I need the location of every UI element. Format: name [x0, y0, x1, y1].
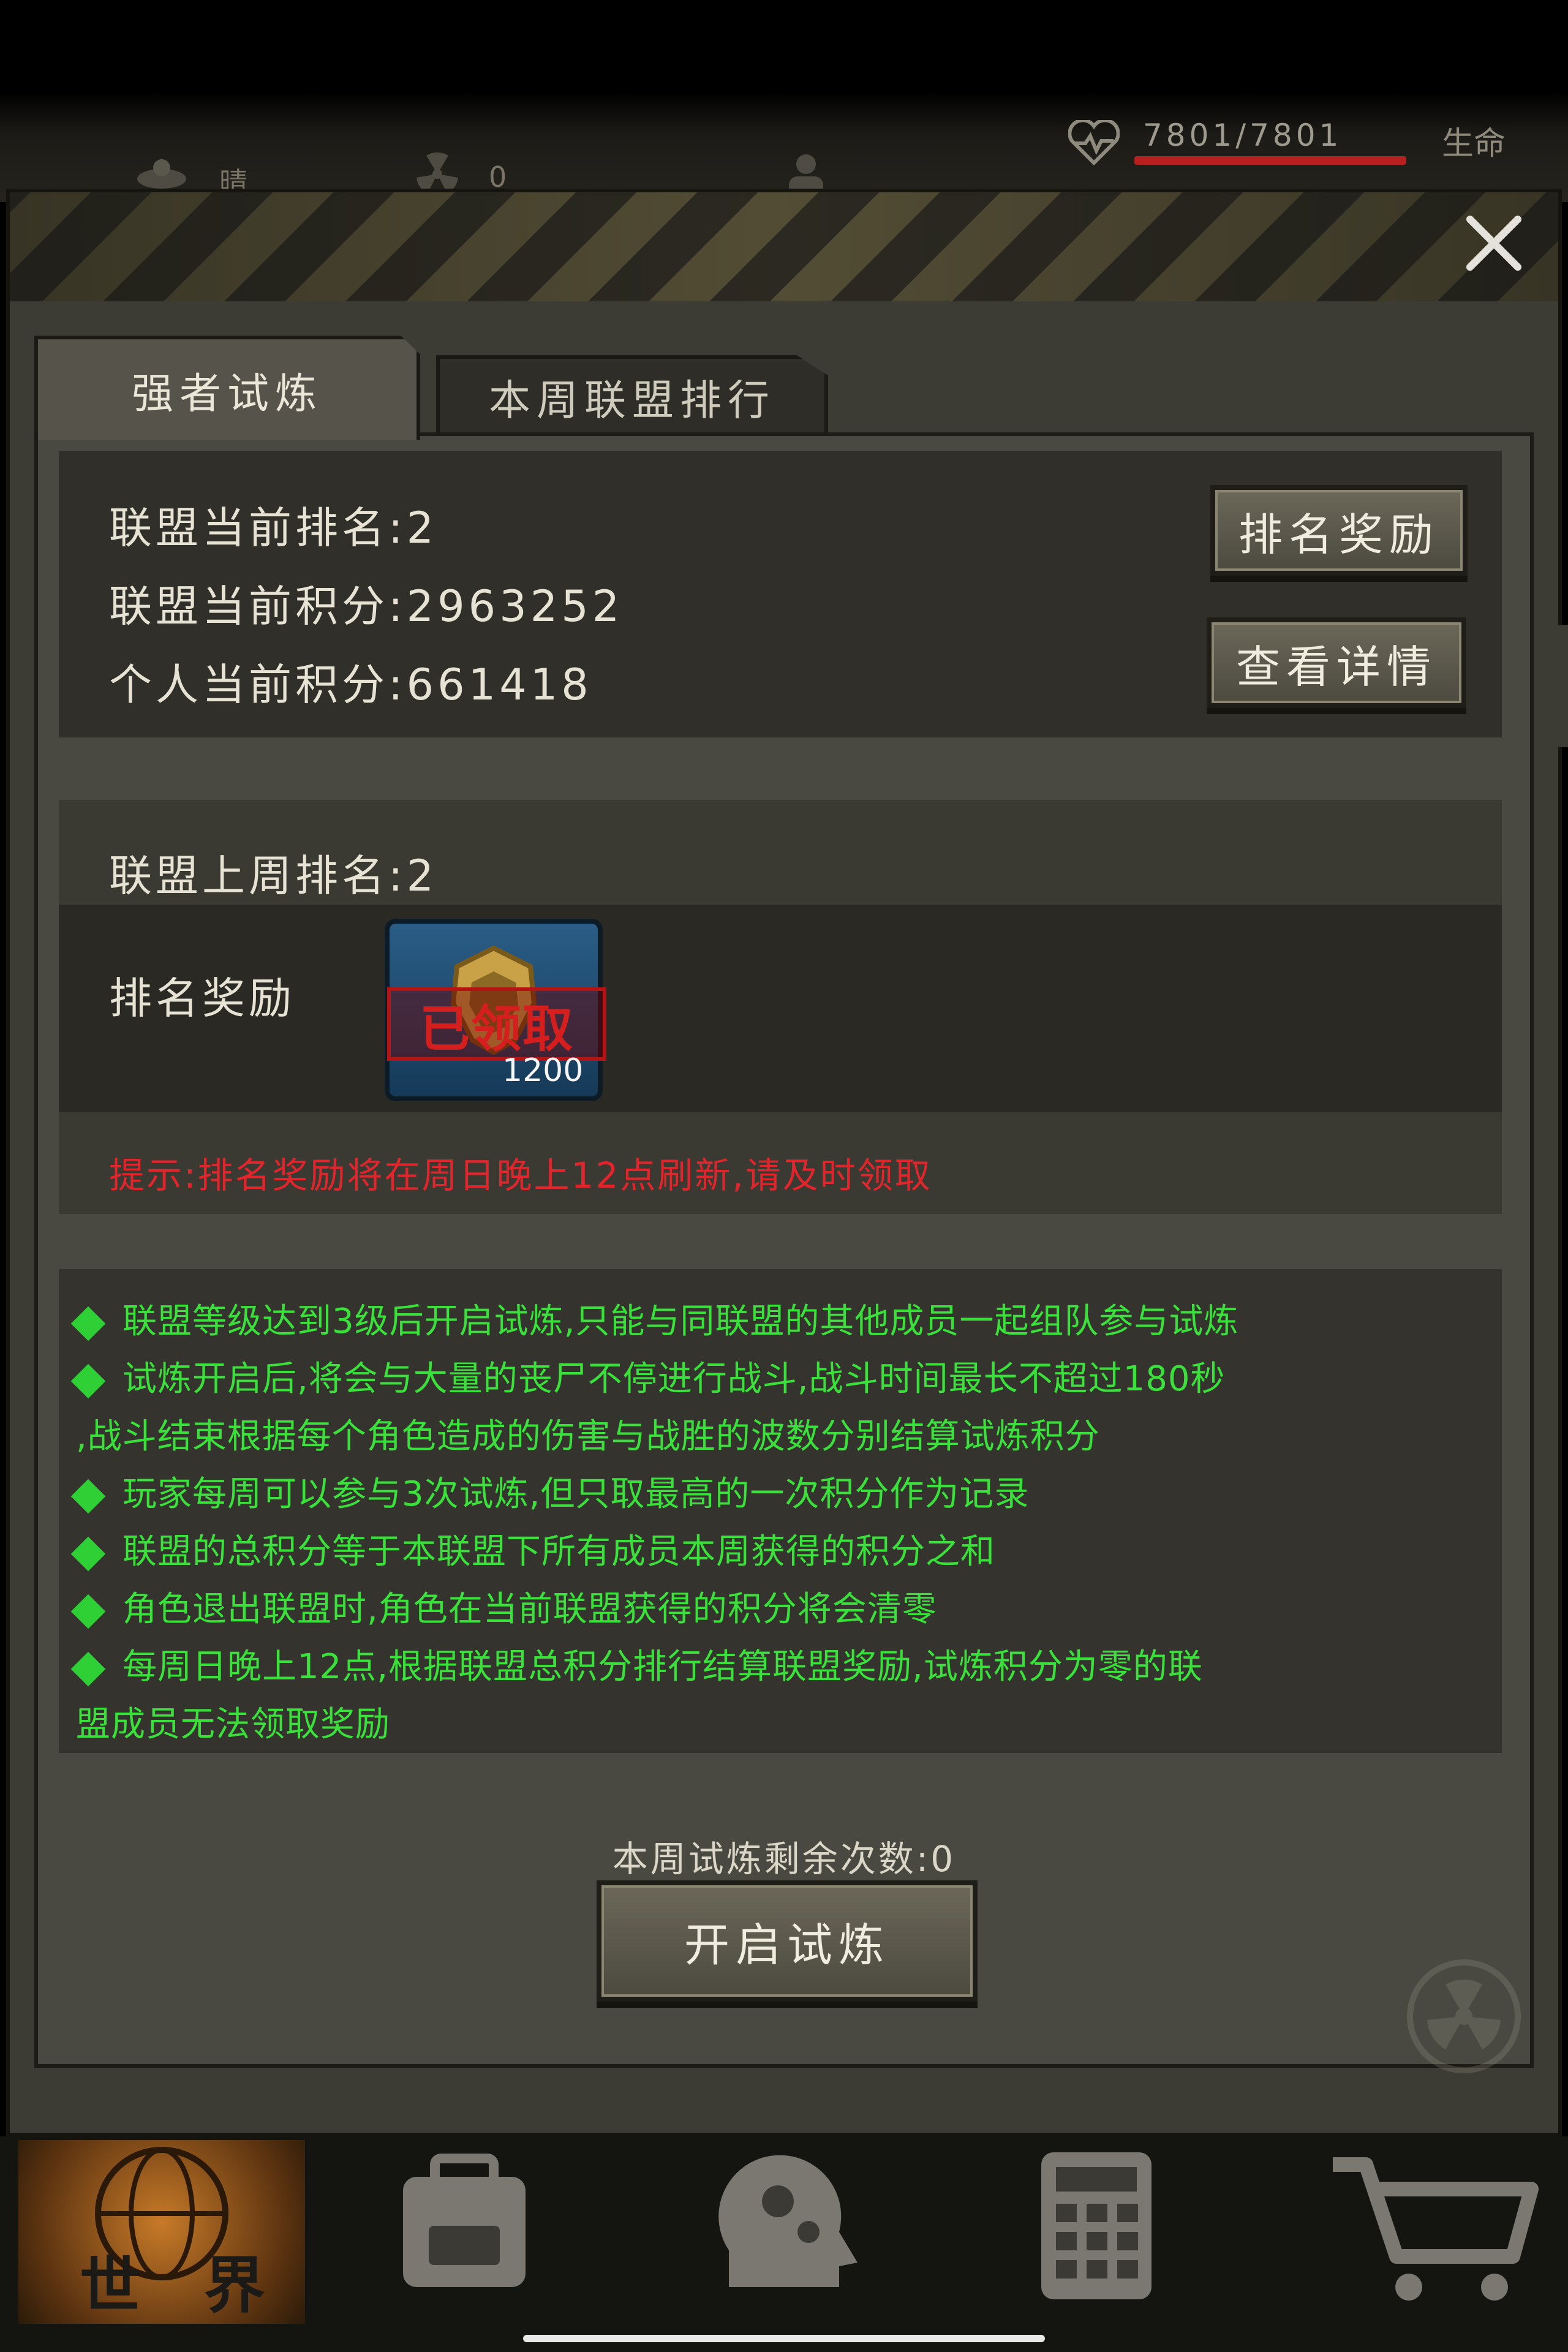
backpack-icon	[403, 2154, 526, 2287]
bullet-diamond-icon	[70, 1594, 106, 1629]
start-trial-button[interactable]: 开启试炼	[597, 1880, 978, 2002]
tab-trial[interactable]: 强者试炼	[34, 336, 420, 440]
claimed-stamp: 已领取	[387, 987, 606, 1061]
tab-label: 本周联盟排行	[488, 376, 775, 425]
tab-label: 强者试炼	[131, 369, 323, 418]
rule-item: 联盟等级达到3级后开启试炼,只能与同联盟的其他成员一起组队参与试炼	[70, 1294, 1238, 1343]
refresh-tip: 提示:排名奖励将在周日晚上12点刷新,请及时领取	[109, 1155, 932, 1196]
nav-world-label: 世 界	[80, 2250, 286, 2321]
bullet-diamond-icon	[70, 1306, 106, 1341]
close-icon	[1466, 216, 1521, 271]
reward-quantity: 1200	[502, 1052, 584, 1089]
home-indicator[interactable]	[523, 2335, 1045, 2342]
bullet-diamond-icon	[70, 1536, 106, 1572]
bullet-diamond-icon	[70, 1363, 106, 1399]
heart-icon	[1068, 118, 1120, 166]
skills-head-icon	[718, 2155, 858, 2287]
nav-backpack[interactable]	[343, 2140, 631, 2324]
rule-item-continued: ,战斗结束根据每个角色造成的伤害与战胜的波数分别结算试炼积分	[76, 1417, 1100, 1457]
alliance-last-week-rank: 联盟上周排名:2	[109, 851, 438, 901]
calculator-icon	[1041, 2152, 1152, 2299]
bullet-diamond-icon	[70, 1651, 106, 1687]
radiation-watermark-icon	[1406, 1959, 1521, 2074]
nav-calculator[interactable]	[968, 2140, 1256, 2324]
rule-item: 角色退出联盟时,角色在当前联盟获得的积分将会清零	[70, 1581, 937, 1631]
reward-label: 排名奖励	[109, 973, 295, 1023]
alliance-current-score: 联盟当前积分:2963252	[109, 581, 624, 631]
rule-item: 每周日晚上12点,根据联盟总积分排行结算联盟奖励,试炼积分为零的联	[70, 1639, 1203, 1689]
remaining-attempts: 本周试炼剩余次数:0	[612, 1838, 956, 1880]
nav-shop[interactable]	[1274, 2140, 1562, 2324]
bullet-diamond-icon	[70, 1479, 106, 1514]
rule-item: 试炼开启后,将会与大量的丧尸不停进行战斗,战斗时间最长不超过180秒	[70, 1351, 1226, 1401]
rule-item-continued: 盟成员无法领取奖励	[76, 1705, 390, 1744]
close-button[interactable]	[1460, 209, 1528, 277]
view-details-button[interactable]: 查看详情	[1207, 617, 1466, 708]
hp-bar	[1134, 156, 1406, 165]
life-label: 生命	[1442, 126, 1506, 162]
personal-current-score: 个人当前积分:661418	[109, 660, 592, 710]
alliance-current-rank: 联盟当前排名:2	[109, 503, 438, 553]
header-shade	[10, 192, 1558, 301]
shop-cart-icon	[1333, 2157, 1539, 2301]
weather-icon	[134, 153, 190, 190]
rule-item: 联盟的总积分等于本联盟下所有成员本周获得的积分之和	[70, 1524, 995, 1574]
rank-reward-button[interactable]: 排名奖励	[1210, 485, 1468, 576]
side-handle[interactable]	[1556, 625, 1568, 747]
rule-item: 玩家每周可以参与3次试炼,但只取最高的一次积分作为记录	[70, 1466, 1029, 1516]
hp-text: 7801/7801	[1143, 118, 1343, 153]
tab-weekly-ranking[interactable]: 本周联盟排行	[436, 355, 828, 434]
nav-skills[interactable]	[655, 2140, 943, 2324]
